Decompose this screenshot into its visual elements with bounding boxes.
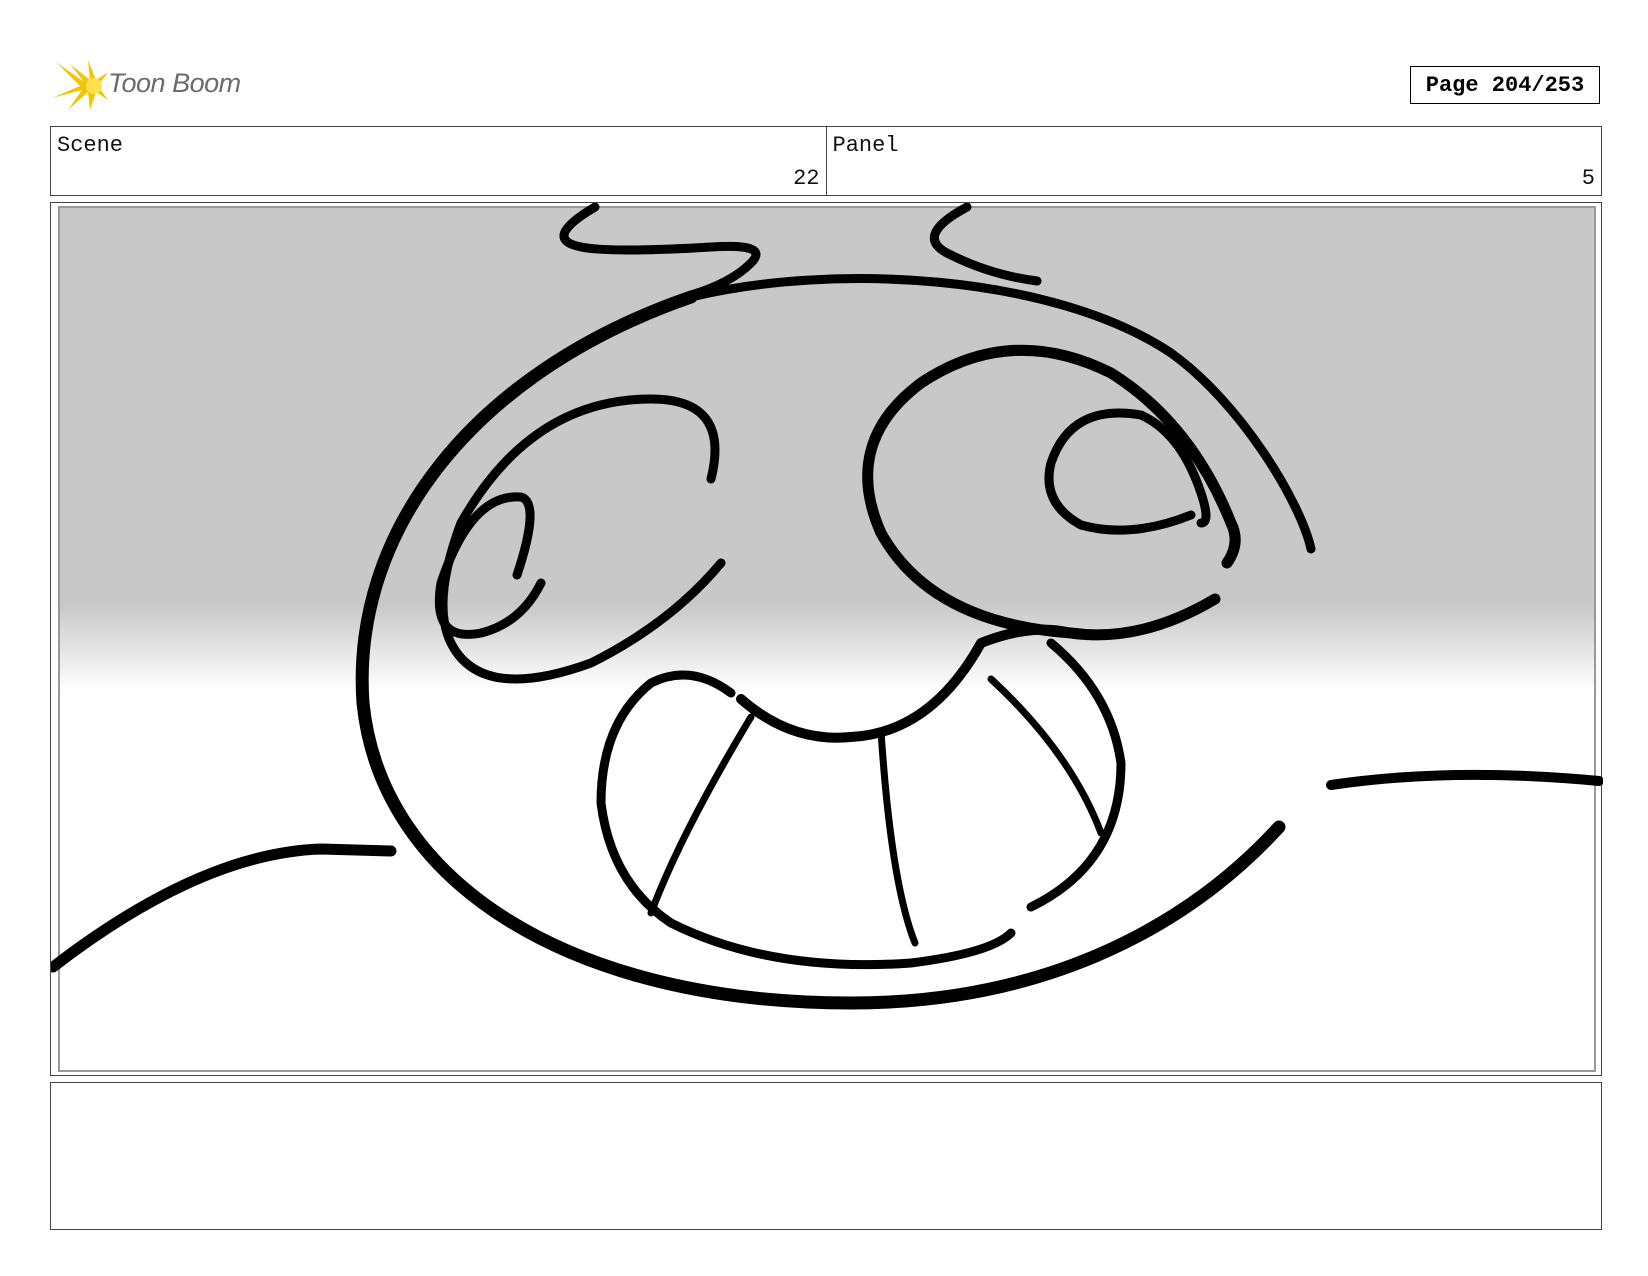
star-burst-icon bbox=[52, 60, 108, 110]
scene-cell: Scene 22 bbox=[51, 127, 826, 195]
scene-panel-header: Scene 22 Panel 5 bbox=[50, 126, 1602, 196]
toon-boom-logo: Toon Boom bbox=[50, 58, 260, 114]
scene-label: Scene bbox=[57, 133, 124, 158]
panel-drawing bbox=[51, 203, 1603, 1072]
page-number: Page 204/253 bbox=[1410, 66, 1600, 104]
panel-label: Panel bbox=[832, 133, 899, 158]
scene-number: 22 bbox=[793, 166, 820, 191]
logo-text: Toon Boom bbox=[108, 68, 241, 98]
background bbox=[58, 206, 1596, 1072]
panel-notes-box bbox=[50, 1082, 1602, 1230]
panel-number: 5 bbox=[1581, 166, 1595, 191]
storyboard-panel bbox=[50, 202, 1603, 1076]
panel-cell: Panel 5 bbox=[825, 127, 1602, 195]
